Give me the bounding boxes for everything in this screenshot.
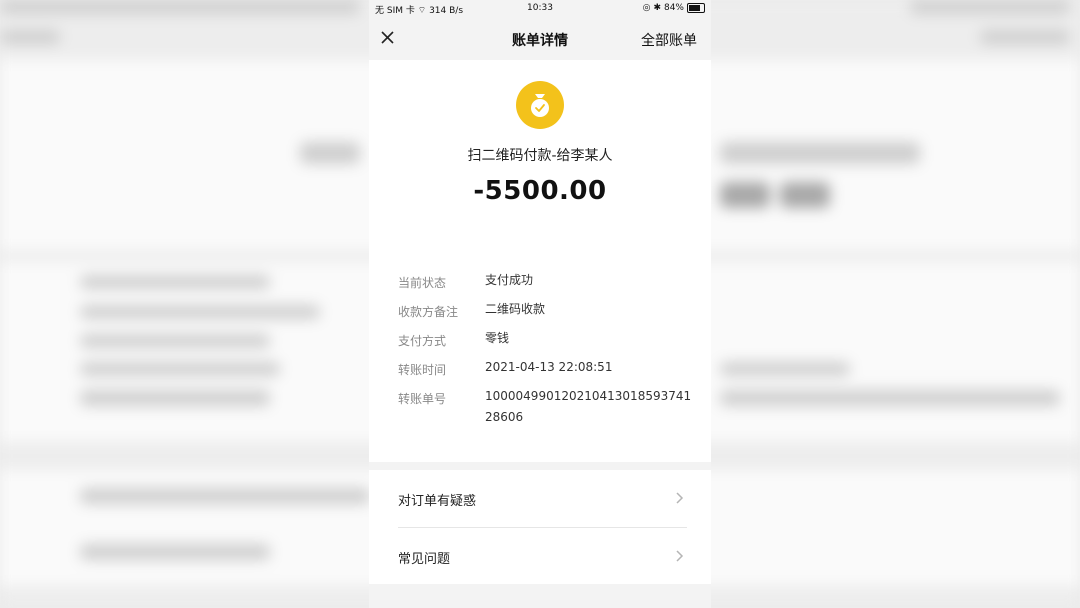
phone-screen: 无 SIM 卡 ⌔ 314 B/s 10:33 ◎ ✱ 84% 账单详情 全部账…	[369, 0, 711, 608]
detail-value: 二维码收款	[485, 302, 546, 316]
all-bills-link[interactable]: 全部账单	[641, 30, 697, 50]
battery-percent: 84%	[663, 3, 684, 13]
detail-label: 转账单号	[398, 392, 447, 406]
money-bag-icon	[516, 81, 564, 129]
bottom-spacer	[369, 584, 711, 608]
battery-icon	[687, 3, 705, 13]
chevron-right-icon	[675, 548, 685, 562]
faq-link[interactable]: 常见问题	[369, 528, 711, 584]
link-label: 常见问题	[398, 552, 451, 567]
bluetooth-icon: ✱	[653, 3, 661, 13]
detail-label: 当前状态	[398, 276, 447, 290]
status-bar: 无 SIM 卡 ⌔ 314 B/s 10:33 ◎ ✱ 84%	[369, 0, 711, 18]
section-divider	[369, 462, 711, 470]
detail-label: 收款方备注	[398, 305, 459, 319]
detail-value: 支付成功	[485, 273, 534, 287]
detail-value: 2021-04-13 22:08:51	[485, 360, 613, 374]
transaction-amount: -5500.00	[473, 176, 607, 206]
detail-label: 支付方式	[398, 334, 447, 348]
location-icon: ◎	[642, 3, 651, 13]
transaction-title: 扫二维码付款-给李某人	[467, 148, 613, 164]
detail-value: 零钱	[485, 331, 510, 345]
detail-value[interactable]: 100004990120210413018593741 28606	[485, 386, 695, 428]
status-right: ◎ ✱ 84%	[643, 3, 705, 13]
order-question-link[interactable]: 对订单有疑惑	[369, 470, 711, 526]
link-label: 对订单有疑惑	[398, 494, 477, 509]
detail-label: 转账时间	[398, 363, 447, 377]
chevron-right-icon	[675, 490, 685, 504]
navigation-bar: 账单详情 全部账单	[369, 18, 711, 60]
